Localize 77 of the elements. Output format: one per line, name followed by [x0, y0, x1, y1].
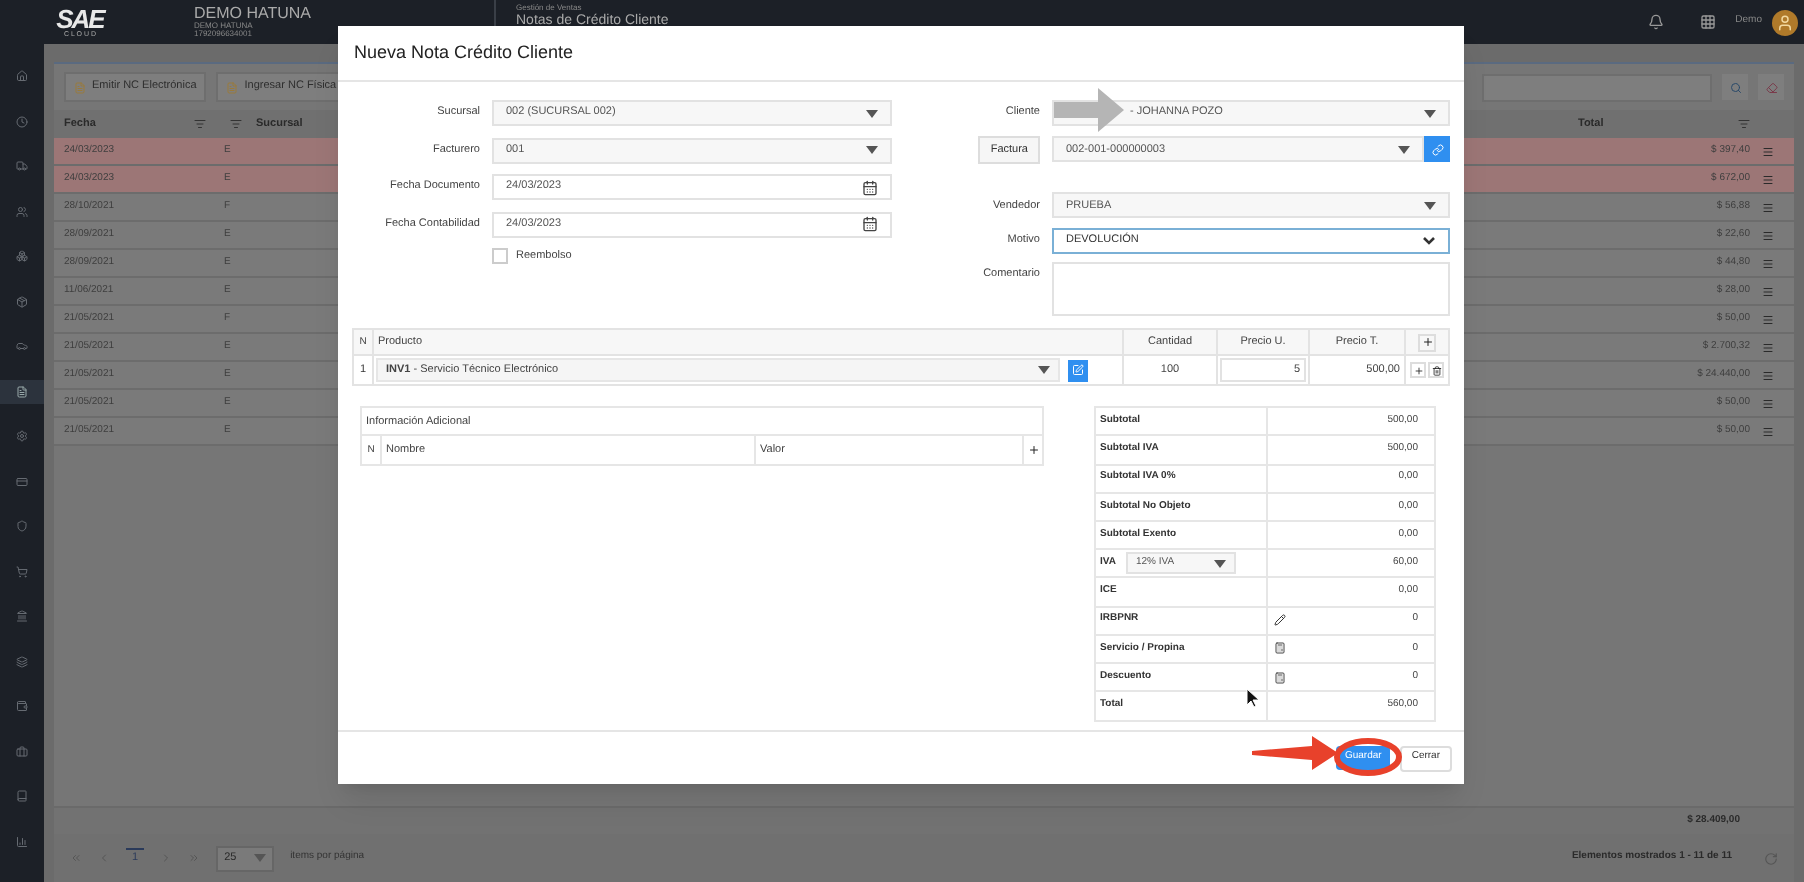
user-icon [1776, 13, 1794, 31]
nav-icon [16, 790, 28, 802]
checkbox[interactable] [492, 248, 508, 265]
cursor-icon [1246, 688, 1260, 708]
nav-icon [16, 700, 28, 712]
nav-icon [16, 475, 28, 487]
row-menu-icon[interactable] [1761, 397, 1773, 409]
eraser-icon [1765, 81, 1777, 93]
comment-field[interactable] [1052, 262, 1450, 317]
document-icon [74, 81, 86, 93]
plus-icon [1421, 336, 1433, 349]
chevron-down-icon [1422, 235, 1436, 246]
nav-icon [16, 295, 28, 307]
row-menu-icon[interactable] [1761, 229, 1773, 241]
add-info-icon[interactable] [1027, 444, 1039, 457]
calendar-icon [862, 179, 878, 195]
caret-icon [1398, 145, 1410, 154]
calculator-icon[interactable] [1274, 671, 1286, 684]
edit-icon [1072, 364, 1084, 377]
nav-icon [16, 520, 28, 532]
nav-icon [16, 160, 28, 172]
nav-icon [16, 835, 28, 847]
calculator-icon[interactable] [1274, 642, 1286, 655]
eraser-button[interactable] [1758, 74, 1784, 100]
caret-icon [866, 109, 878, 117]
apps-grid-icon[interactable] [1699, 14, 1716, 30]
annotation-arrow [1054, 88, 1124, 132]
search-icon [1729, 81, 1741, 93]
nav-icon [16, 340, 28, 352]
caret-icon [1038, 366, 1050, 375]
dialog-title: Nueva Nota Crédito Cliente [354, 39, 574, 66]
row-menu-icon[interactable] [1761, 341, 1773, 353]
row-menu-icon[interactable] [1761, 369, 1773, 381]
nav-icon [16, 250, 28, 262]
nav-icon [16, 565, 28, 577]
nav-icon [16, 115, 28, 127]
pencil-icon[interactable] [1274, 614, 1286, 627]
company-name: DEMO HATUNA [194, 6, 314, 22]
caret-icon [1213, 559, 1226, 568]
notification-icon[interactable] [1647, 14, 1664, 30]
link-icon [1431, 143, 1443, 156]
refresh-icon[interactable] [1764, 851, 1778, 865]
row-menu-icon[interactable] [1761, 173, 1773, 185]
add-product-button[interactable] [1418, 333, 1436, 352]
filter-icon[interactable] [1738, 118, 1750, 130]
annotation-arrow [1252, 736, 1338, 770]
highlight-ellipse [1334, 738, 1402, 776]
row-menu-icon[interactable] [1761, 257, 1773, 269]
delete-button[interactable] [1428, 362, 1444, 379]
filter-icon[interactable] [230, 118, 242, 130]
nav-icon [16, 70, 28, 82]
row-menu-icon[interactable] [1761, 313, 1773, 325]
row-menu-icon[interactable] [1761, 201, 1773, 213]
caret-icon [866, 146, 878, 154]
nav-icon [16, 205, 28, 217]
row-menu-icon[interactable] [1761, 285, 1773, 297]
document-icon [226, 81, 239, 93]
nav-icon [16, 655, 28, 667]
search-button[interactable] [1722, 74, 1748, 100]
caret-icon [1424, 109, 1436, 117]
nav-icon [16, 610, 28, 622]
first-page-icon[interactable] [70, 852, 82, 864]
sidebar-item[interactable] [0, 379, 44, 403]
nav-icon [16, 385, 28, 397]
filter-icon[interactable] [194, 118, 206, 130]
link-button[interactable] [1424, 136, 1450, 163]
trash-icon [1431, 365, 1441, 376]
nav-icon [16, 430, 28, 442]
plus-icon [1413, 365, 1423, 376]
nav-icon [16, 745, 28, 757]
caret-icon [254, 854, 267, 862]
avatar[interactable] [1772, 9, 1798, 35]
row-menu-icon[interactable] [1761, 425, 1773, 437]
calendar-icon [862, 216, 878, 232]
caret-icon [1424, 201, 1436, 210]
row-menu-icon[interactable] [1761, 145, 1773, 157]
edit-button[interactable] [1068, 359, 1088, 382]
